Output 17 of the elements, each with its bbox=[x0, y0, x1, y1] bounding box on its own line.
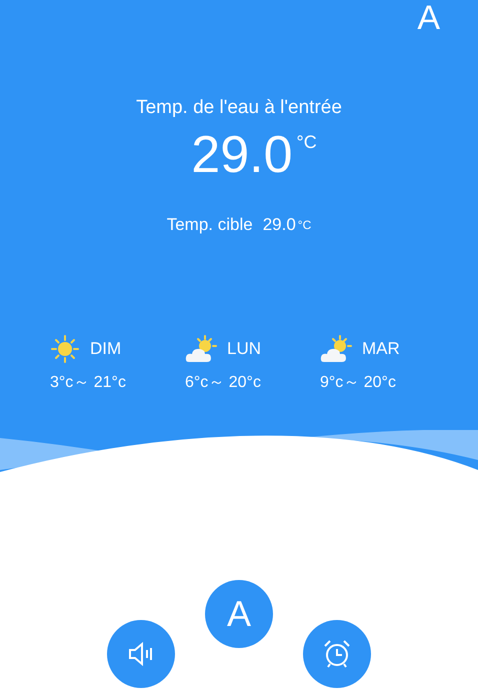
mode-letter: A bbox=[417, 0, 440, 36]
sun-icon bbox=[50, 334, 80, 364]
temperature-range: 3°c～ 21°c bbox=[50, 373, 126, 393]
temperature-range: 9°c～ 20°c bbox=[320, 373, 396, 393]
temperature-range: 6°c～ 20°c bbox=[185, 373, 261, 393]
cloud-sun-icon bbox=[185, 334, 217, 364]
unit-label: °C bbox=[296, 132, 317, 153]
inlet-label: Temp. de l'eau à l'entrée bbox=[136, 96, 342, 120]
inlet-value: 29.0 bbox=[191, 126, 292, 184]
cloud-sun-icon bbox=[320, 334, 352, 364]
mode-button[interactable]: A bbox=[205, 580, 273, 648]
target-value: 29.0 bbox=[262, 214, 296, 236]
day-label: MAR bbox=[362, 339, 400, 359]
target-label: Temp. cible bbox=[166, 214, 253, 236]
day-label: LUN bbox=[227, 339, 262, 359]
unit-label: °C bbox=[298, 217, 312, 234]
day-label: DIM bbox=[90, 339, 122, 359]
